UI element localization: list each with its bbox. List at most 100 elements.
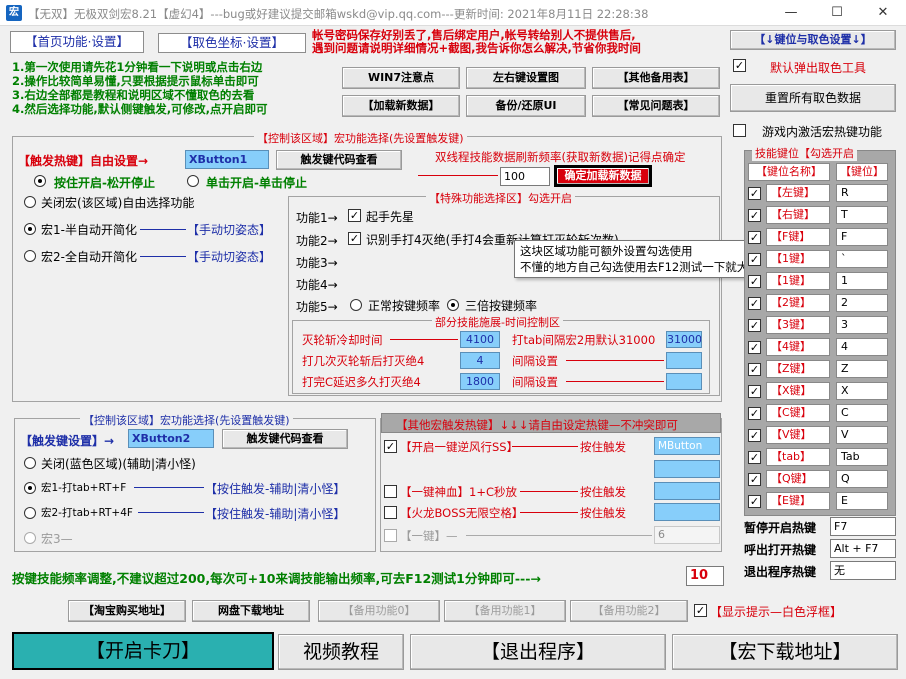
macro2-trigger-code-button[interactable]: 触发键代码查看	[222, 429, 348, 449]
refresh-rate-input[interactable]: 100	[500, 167, 550, 186]
hotkey-row1-input[interactable]: MButton	[654, 437, 720, 455]
keybind-checkbox[interactable]: ✓	[748, 385, 761, 398]
keybind-checkbox[interactable]: ✓	[748, 275, 761, 288]
timing-input-1[interactable]: 4100	[460, 331, 500, 348]
start-button[interactable]: 【开启卡刀】	[12, 632, 274, 670]
exit-program-button[interactable]: 【退出程序】	[410, 634, 666, 670]
macro2-opt3-radio[interactable]	[24, 532, 36, 544]
keybind-checkbox[interactable]: ✓	[748, 473, 761, 486]
reset-color-button[interactable]: 重置所有取色数据	[730, 84, 896, 112]
keybind-checkbox[interactable]: ✓	[748, 451, 761, 464]
backup-func2-button[interactable]: 【备用功能2】	[570, 600, 688, 622]
timing-input-2[interactable]: 31000	[666, 331, 702, 348]
keybind-key-input[interactable]: `	[836, 250, 888, 268]
keybind-checkbox[interactable]: ✓	[748, 495, 761, 508]
keybind-key-input[interactable]: X	[836, 382, 888, 400]
timing-input-5[interactable]: 1800	[460, 373, 500, 390]
freq-triple-radio[interactable]	[447, 299, 459, 311]
keybind-checkbox[interactable]: ✓	[748, 253, 761, 266]
keybind-key-input[interactable]: R	[836, 184, 888, 202]
backup-restore-button[interactable]: 备份/还原UI	[466, 95, 586, 117]
macro1-semi-radio[interactable]	[24, 223, 36, 235]
macro-group-2-title: 【控制该区域】宏功能选择(先设置触发键)	[80, 412, 293, 428]
hotkey-row5-checkbox[interactable]	[384, 529, 397, 542]
keybind-checkbox[interactable]: ✓	[748, 429, 761, 442]
video-tutorial-button[interactable]: 视频教程	[278, 634, 404, 670]
netdisk-button[interactable]: 网盘下载地址	[192, 600, 310, 622]
macro2-opt1-radio[interactable]	[24, 482, 36, 494]
hotkey-row5-input[interactable]: 6	[654, 526, 720, 544]
timing-input-3[interactable]: 4	[460, 352, 500, 369]
keybind-checkbox[interactable]: ✓	[748, 341, 761, 354]
keybind-key-input[interactable]: 2	[836, 294, 888, 312]
hotkey-row1-checkbox[interactable]: ✓	[384, 440, 397, 453]
hotkey-row4-checkbox[interactable]	[384, 506, 397, 519]
frequency-input[interactable]: 10	[686, 566, 724, 586]
func1-checkbox[interactable]: ✓	[348, 209, 361, 222]
keybind-key-input[interactable]: Tab	[836, 448, 888, 466]
keybind-checkbox[interactable]: ✓	[748, 209, 761, 222]
hotkey-row4-input[interactable]	[654, 503, 720, 521]
mode-click-radio[interactable]	[187, 175, 199, 187]
mode-hold-radio[interactable]	[34, 175, 46, 187]
tab-color-settings[interactable]: 【取色坐标·设置】	[158, 33, 306, 53]
exit-hotkey-input[interactable]: 无	[830, 561, 896, 580]
trigger-code-button[interactable]: 触发键代码查看	[276, 150, 402, 170]
macro2-opt2-radio[interactable]	[24, 507, 36, 519]
trigger-hotkey-input[interactable]: XButton1	[185, 150, 269, 169]
keybind-key-input[interactable]: Z	[836, 360, 888, 378]
keybind-key-input[interactable]: E	[836, 492, 888, 510]
win7-notes-button[interactable]: WIN7注意点	[342, 67, 460, 89]
macro2-close-radio[interactable]	[24, 457, 36, 469]
backup-func0-button[interactable]: 【备用功能0】	[318, 600, 440, 622]
keybind-checkbox[interactable]: ✓	[748, 231, 761, 244]
keybind-key-input[interactable]: 4	[836, 338, 888, 356]
keybind-checkbox[interactable]: ✓	[748, 297, 761, 310]
auto-popup-checkbox[interactable]: ✓	[733, 59, 746, 72]
keybind-checkbox[interactable]: ✓	[748, 407, 761, 420]
close-button[interactable]: ✕	[860, 0, 906, 26]
maximize-button[interactable]: ☐	[814, 0, 860, 26]
faq-button[interactable]: 【常见问题表】	[592, 95, 720, 117]
keybind-name: 【4键】	[766, 338, 830, 356]
pause-hotkey-input[interactable]: F7	[830, 517, 896, 536]
backup-func1-button[interactable]: 【备用功能1】	[444, 600, 566, 622]
minimize-button[interactable]: —	[768, 0, 814, 26]
keybind-key-input[interactable]: Q	[836, 470, 888, 488]
macro-download-button[interactable]: 【宏下载地址】	[672, 634, 898, 670]
macro1-full-radio[interactable]	[24, 250, 36, 262]
taobao-button[interactable]: 【淘宝购买地址】	[68, 600, 186, 622]
keybind-checkbox[interactable]: ✓	[748, 187, 761, 200]
timing-input-4[interactable]	[666, 352, 702, 369]
mouse-setup-button[interactable]: 左右键设置图	[466, 67, 586, 89]
keybind-key-input[interactable]: 1	[836, 272, 888, 290]
show-tip-checkbox[interactable]: ✓	[694, 604, 707, 617]
open-hotkey-input[interactable]: Alt + F7	[830, 539, 896, 558]
hotkey-row4-trigger: 按住触发	[580, 506, 626, 520]
keybind-key-input[interactable]: F	[836, 228, 888, 246]
keybind-name: 【1键】	[766, 272, 830, 290]
hotkey-row4-label: 【火龙BOSS无限空格】	[400, 506, 524, 520]
keybind-checkbox[interactable]: ✓	[748, 363, 761, 376]
load-data-button[interactable]: 【加载新数据】	[342, 95, 460, 117]
confirm-load-data-button[interactable]: 确定加载新数据	[554, 165, 652, 187]
hotkey-row3-checkbox[interactable]	[384, 485, 397, 498]
key-color-settings-button[interactable]: 【↓键位与取色设置↓】	[730, 30, 896, 50]
hotkey-row3-input[interactable]	[654, 482, 720, 500]
hotkey-row2-input[interactable]	[654, 460, 720, 478]
keybind-key-input[interactable]: V	[836, 426, 888, 444]
timing-input-6[interactable]	[666, 373, 702, 390]
other-backup-button[interactable]: 【其他备用表】	[592, 67, 720, 89]
macro2-opt2-tag: 【按住触发-辅助|清小怪】	[205, 507, 346, 521]
keybind-key-input[interactable]: T	[836, 206, 888, 224]
keybind-checkbox[interactable]: ✓	[748, 319, 761, 332]
macro2-trigger-input[interactable]: XButton2	[128, 429, 214, 448]
hotkey-row1-label: 【开启一键逆风行SS】	[400, 440, 519, 454]
tab-home-settings[interactable]: 【首页功能·设置】	[10, 31, 144, 53]
freq-normal-radio[interactable]	[350, 299, 362, 311]
keybind-key-input[interactable]: 3	[836, 316, 888, 334]
macro1-close-radio[interactable]	[24, 196, 36, 208]
func2-checkbox[interactable]: ✓	[348, 232, 361, 245]
keybind-key-input[interactable]: C	[836, 404, 888, 422]
ingame-hotkey-checkbox[interactable]	[733, 124, 746, 137]
